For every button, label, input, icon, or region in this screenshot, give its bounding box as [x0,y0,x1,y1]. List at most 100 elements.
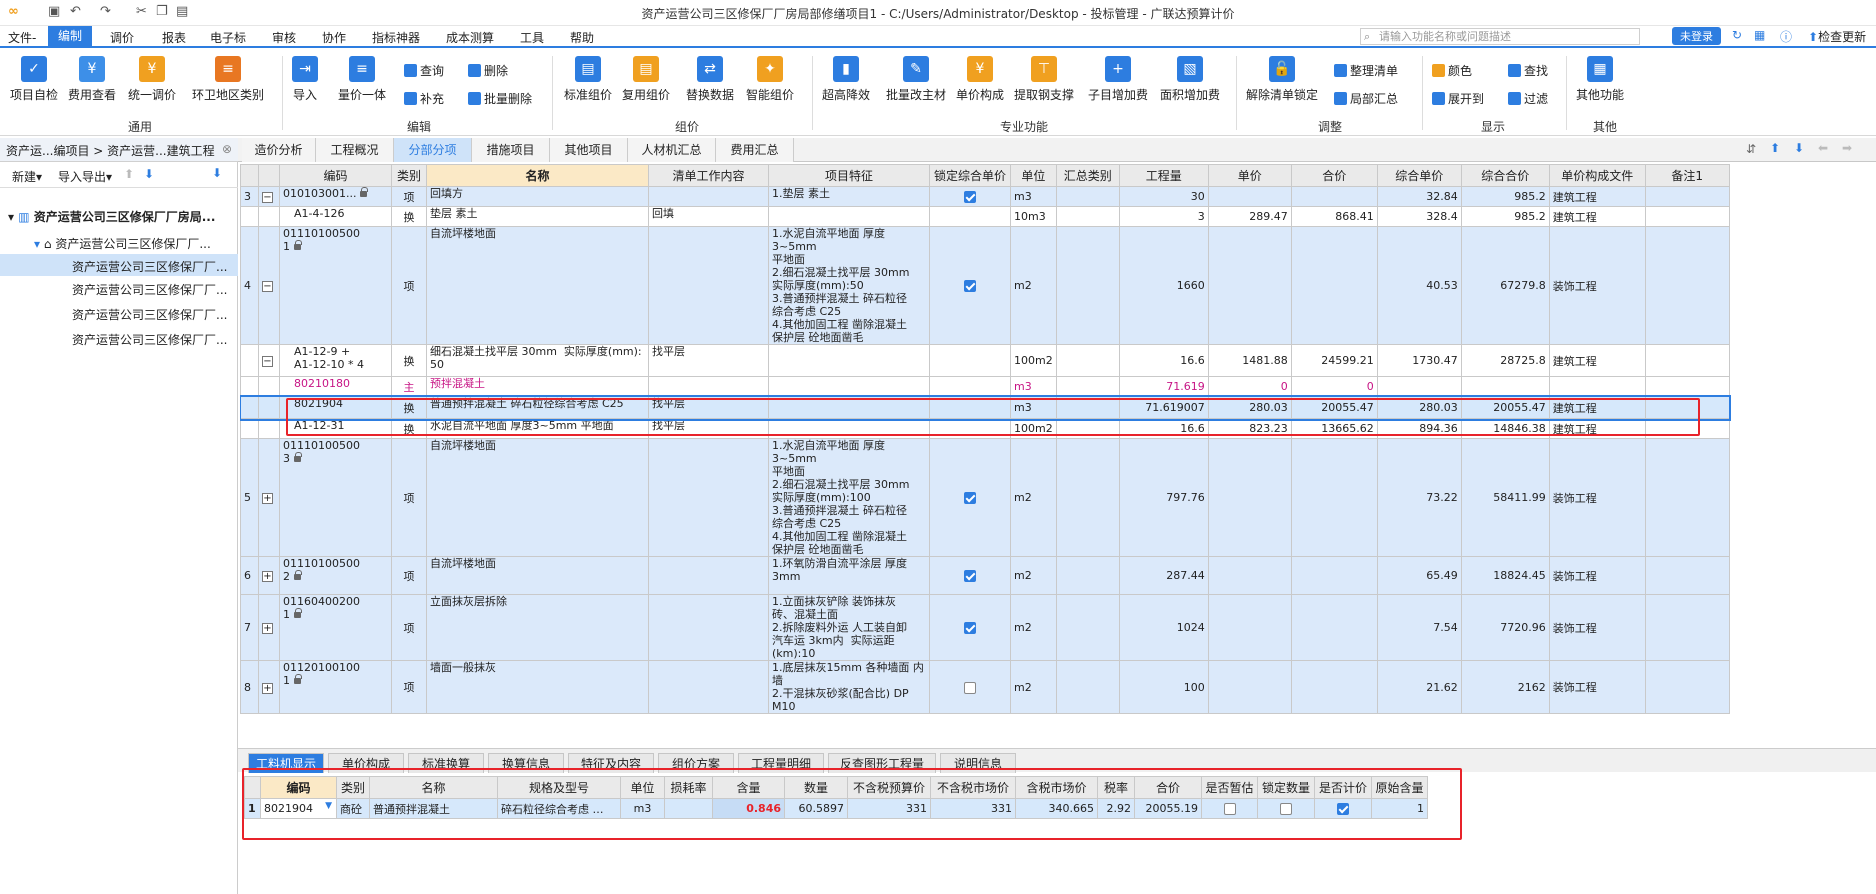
cell-feature[interactable] [768,206,930,227]
cell-file[interactable]: 装饰工程 [1548,660,1646,714]
tree-toggle-cell[interactable]: + [258,660,280,714]
header-feature[interactable]: 项目特征 [768,164,930,187]
cell-file[interactable]: 建筑工程 [1548,344,1646,377]
cell-note[interactable] [1644,206,1730,227]
cell-lock[interactable] [929,594,1011,661]
move-bottom-icon[interactable]: ⬇ [1794,141,1804,155]
cell-qty[interactable]: 16.6 [1118,344,1209,377]
unlock-list-button[interactable]: 🔓 解除清单锁定 [1246,56,1318,103]
cell-lock[interactable] [929,376,1011,397]
tab-labor-materials[interactable]: 人材机汇总 [628,138,716,162]
lock-price-checkbox[interactable] [964,622,976,634]
cell-file[interactable] [1548,376,1646,397]
cell-work[interactable]: 找平层 [648,344,769,377]
lock-price-checkbox[interactable] [964,492,976,504]
cell-name[interactable]: 垫层 素土 [426,206,649,227]
header-unit[interactable]: 单位 [1010,164,1057,187]
info-icon[interactable]: ⓘ [1780,28,1792,45]
cell-qty[interactable]: 71.619 [1118,376,1209,397]
menu-report[interactable]: 报表 [162,29,186,46]
cell-summary-cat[interactable] [1055,556,1120,595]
cell-work[interactable] [648,660,769,714]
cell-summary-cat[interactable] [1055,344,1120,377]
cell-work[interactable]: 回填 [648,206,769,227]
layout-icon[interactable]: ▦ [1754,28,1765,42]
menu-help[interactable]: 帮助 [570,29,594,46]
cell-work[interactable] [648,594,769,661]
header-code[interactable]: 编码 [279,164,392,187]
lock-price-checkbox[interactable] [964,570,976,582]
cell-feature[interactable]: 1.水泥自流平地面 厚度3~5mm 平地面 2.细石混凝土找平层 30mm 实际… [768,226,930,345]
cell-feature[interactable]: 1.水泥自流平地面 厚度3~5mm 平地面 2.细石混凝土找平层 30mm 实际… [768,438,930,557]
tab-sections[interactable]: 分部分项 [394,138,472,162]
table-row[interactable]: − A1-12-9 + A1-12-10 * 4 换细石混凝土找平层 30mm 实际… [240,344,1730,377]
expand-icon[interactable]: + [262,493,273,504]
lock-price-checkbox[interactable] [964,280,976,292]
cell-summary-cat[interactable] [1055,660,1120,714]
smart-compose-button[interactable]: ✦ 智能组价 [746,56,794,103]
arrow-right-icon[interactable]: ➡ [1842,141,1852,155]
menu-collab[interactable]: 协作 [322,29,346,46]
cell-file[interactable]: 装饰工程 [1548,226,1646,345]
collapse-icon[interactable]: − [262,281,273,292]
menu-edit[interactable]: 编制 [48,26,93,46]
unified-price-button[interactable]: ¥ 统一调价 [128,56,176,103]
tab-other-items[interactable]: 其他项目 [550,138,628,162]
collapse-icon[interactable]: ⊗ [222,142,232,156]
tree-toggle-cell[interactable]: − [258,186,280,207]
table-row[interactable]: 4−01110100500 1 项自流坪楼地面 1.水泥自流平地面 厚度3~5mm … [240,226,1730,345]
cell-qty[interactable]: 1660 [1118,226,1209,345]
cell-feature[interactable] [768,344,930,377]
cell-name[interactable]: 自流坪楼地面 [426,226,649,345]
supplement-button[interactable]: 补充 [404,90,444,107]
sub-fee-button[interactable]: + 子目增加费 [1088,56,1148,103]
check-update-button[interactable]: ⬆检查更新 [1808,28,1866,45]
tree-toggle-cell[interactable]: − [258,226,280,345]
breadcrumb-text[interactable]: 资产运...编项目 > 资产运营...建筑工程 [6,144,215,158]
cell-lock[interactable] [929,206,1011,227]
move-down-icon[interactable]: ⬇ [144,167,154,181]
menu-review[interactable]: 审核 [272,29,296,46]
header-total[interactable]: 合价 [1290,164,1378,187]
cell-work[interactable] [648,226,769,345]
table-row[interactable]: 5 +01110100500 3 项自流坪楼地面 1.水泥自流平地面 厚度3~5mm … [240,438,1730,557]
cell-qty[interactable]: 1024 [1118,594,1209,661]
cell-name[interactable]: 细石混凝土找平层 30mm 实际厚度(mm): 50 [426,344,649,377]
cell-qty[interactable]: 797.76 [1118,438,1209,557]
cell-code[interactable]: 01120100100 1 [279,660,392,714]
refresh-icon[interactable]: ↻ [1732,28,1742,42]
cell-qty[interactable]: 287.44 [1118,556,1209,595]
other-functions-button[interactable]: ▦ 其他功能 [1576,56,1624,103]
menu-file[interactable]: 文件- [8,29,36,46]
cell-feature[interactable]: 1.立面抹灰铲除 装饰抹灰 砖、混凝土面 2.拆除废料外运 人工装自卸 汽车运 … [768,594,930,661]
menu-cost[interactable]: 成本测算 [446,29,494,46]
cell-note[interactable] [1644,438,1730,557]
header-note[interactable]: 备注1 [1644,164,1730,187]
import-button[interactable]: ⇥ 导入 [292,56,318,103]
expand-to-button[interactable]: 展开到 [1432,90,1484,107]
header-qty[interactable]: 工程量 [1118,164,1209,187]
table-row[interactable]: 6 +01110100500 2 项自流坪楼地面 1.环氧防滑自流平涂层 厚度 3mm… [240,556,1730,595]
cell-code[interactable]: 01160400200 1 [279,594,392,661]
tree-toggle-cell[interactable] [258,396,280,419]
cell-qty[interactable]: 3 [1118,206,1209,227]
header-type[interactable]: 类别 [391,164,427,187]
cell-name[interactable]: 立面抹灰层拆除 [426,594,649,661]
color-button[interactable]: 颜色 [1432,62,1472,79]
menu-index[interactable]: 指标神器 [372,29,420,46]
table-row[interactable]: 80210180 主预拌混凝土 m3 71.619 0 0 [240,376,1730,397]
cell-note[interactable] [1644,376,1730,397]
batch-delete-button[interactable]: 批量删除 [468,90,532,107]
move-top-icon[interactable]: ⬆ [1770,141,1780,155]
cell-file[interactable]: 装饰工程 [1548,594,1646,661]
header-name[interactable]: 名称 [426,164,649,187]
collapse-icon[interactable]: − [262,192,273,203]
cell-summary-cat[interactable] [1055,226,1120,345]
cell-feature[interactable] [768,376,930,397]
cell-note[interactable] [1644,660,1730,714]
tree-toggle-cell[interactable] [258,206,280,227]
cell-lock[interactable] [929,226,1011,345]
cell-file[interactable]: 建筑工程 [1548,186,1646,207]
cell-name[interactable]: 自流坪楼地面 [426,556,649,595]
header-lock[interactable]: 锁定综合单价 [929,164,1011,187]
